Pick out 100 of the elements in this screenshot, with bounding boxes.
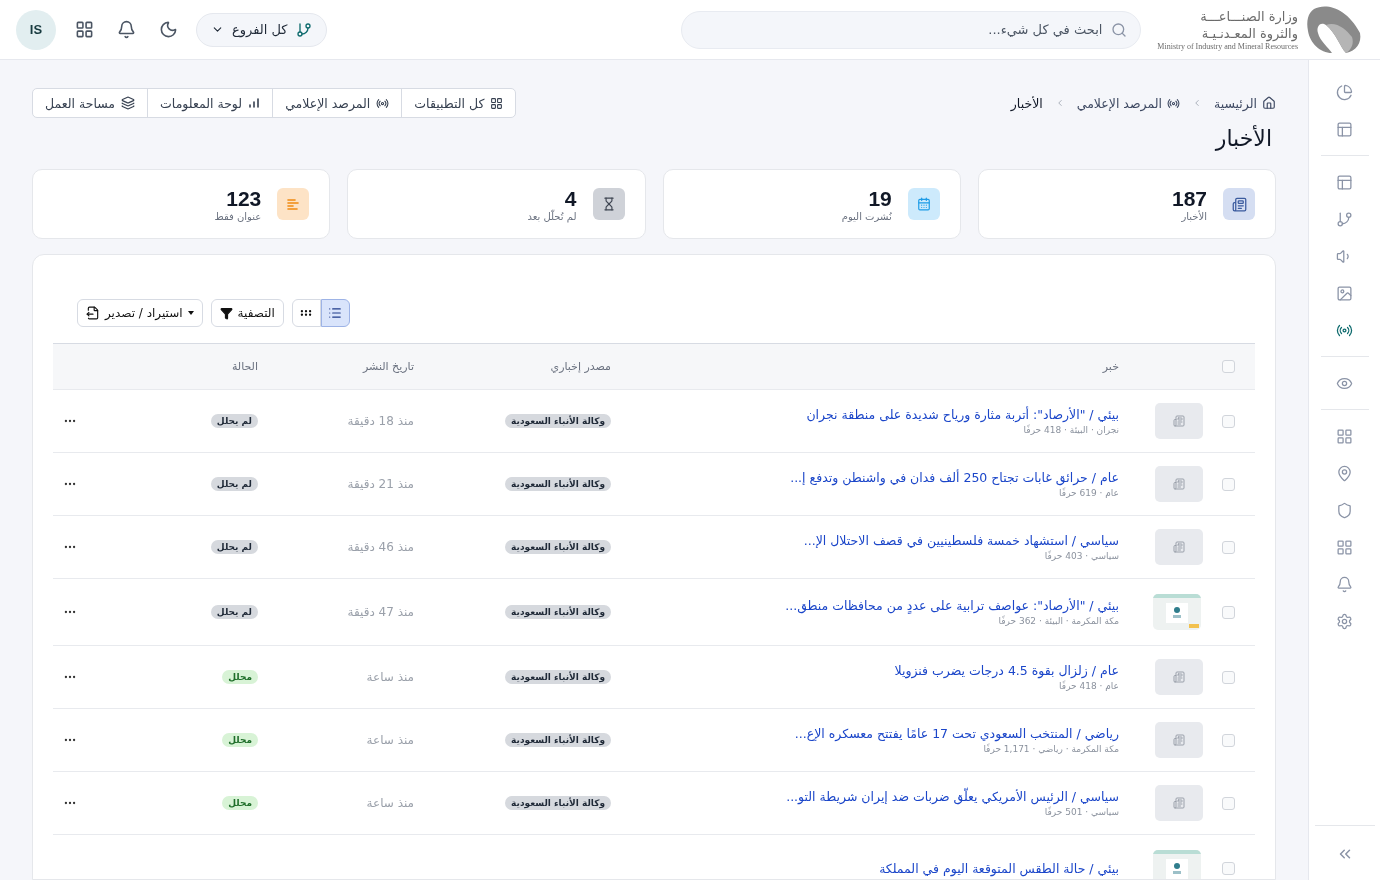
moon-icon [158,20,178,39]
select-all-checkbox[interactable] [1222,360,1235,373]
news-title-link[interactable]: عام / زلزال بقوة 4.5 درجات يضرب فنزويلا [894,663,1119,678]
row-checkbox[interactable] [1222,540,1235,554]
news-title-link[interactable]: بيئي / "الأرصاد": عواصف ترابية على عددٍ من محافظات منطق... [785,598,1119,613]
layout-icon [1336,173,1353,191]
grid-icon [490,96,504,110]
newspaper-icon [1173,415,1185,427]
bell-icon [1336,575,1353,593]
import-export-button[interactable]: استيراد / تصدير [77,299,203,327]
newspaper-icon [1173,797,1185,809]
newspaper-icon [1231,196,1247,212]
newspaper-icon [1173,478,1185,490]
news-meta: عام · 619 حرفًا [1058,488,1119,498]
row-checkbox[interactable] [1222,796,1235,810]
stat-label: الأخبار [1180,210,1207,222]
breadcrumb-link[interactable]: الرئيسية [1213,95,1276,111]
lines-icon [286,197,301,211]
bar-chart-icon [248,97,261,109]
row-checkbox[interactable] [1222,733,1235,747]
publish-date: منذ 47 دقيقة [347,605,414,619]
grid-icon [1336,427,1353,445]
news-meta: نجران · البيئة · 418 حرفًا [1022,425,1119,435]
publish-date: منذ ساعة [366,670,414,684]
stat-label: نُشرت اليوم [841,210,892,222]
news-title-link[interactable]: سياسي / استشهاد خمسة فلسطينيين في قصف الاحتلال الإ... [803,533,1119,548]
source-tag: وكالة الأنباء السعودية [505,733,611,747]
breadcrumb-link[interactable]: الأخبار [1010,95,1043,111]
user-avatar[interactable]: IS [16,9,56,50]
settings-icon [1336,612,1353,630]
image-icon [1336,284,1353,302]
layout-icon [1336,120,1353,138]
newspaper-icon [1173,734,1185,746]
page-title: الأخبار [1213,126,1272,151]
column-header: خبر [1102,360,1119,373]
source-tag: وكالة الأنباء السعودية [505,670,611,684]
ministry-name: وزارة الصنـــاعـــة [1200,8,1298,25]
newspaper-icon [1173,541,1185,553]
view-toggle[interactable] [291,299,321,327]
news-meta: مكة المكرمة · البيئة · 362 حرفًا [997,616,1119,626]
publish-date: منذ ساعة [366,796,414,810]
news-meta: سياسي · 403 حرفًا [1043,551,1119,561]
search-field[interactable]: ابحث في كل شيء... [681,10,1142,49]
column-header: مصدر إخباري [550,360,611,373]
quick-link[interactable]: مساحة العمل [33,89,149,117]
bell-icon [116,20,136,39]
ministry-subtitle: Ministry of Industry and Mineral Resources [1157,42,1298,51]
column-header: الحالة [231,360,258,373]
grid-icon [74,20,94,39]
quick-link[interactable]: كل التطبيقات [402,89,516,117]
pie-chart-icon [1336,83,1353,101]
hourglass-icon [601,197,616,211]
status-tag: محلل [222,796,258,810]
home-icon [1262,96,1276,110]
status-tag: لم يحلل [210,605,258,619]
broadcast-icon [376,96,390,110]
stat-label: عنوان فقط [214,210,262,222]
status-tag: محلل [222,670,258,684]
branch-icon [295,21,312,38]
status-tag: لم يحلل [210,477,258,491]
news-title-link[interactable]: بيئي / "الأرصاد": أتربة مثارة ورياح شديدة على منطقة نجران [806,407,1119,422]
news-meta: سياسي · 501 حرفًا [1043,807,1119,817]
view-toggle[interactable] [320,299,350,327]
stat-value: 123 [225,186,262,211]
news-title-link[interactable]: سياسي / الرئيس الأمريكي يعلّق ضربات ضد إيران شريطة التو... [786,789,1119,804]
grid-icon [1336,538,1353,556]
branch-icon [1336,210,1353,228]
row-checkbox[interactable] [1222,670,1235,684]
broadcast-icon [1166,96,1180,110]
quick-link[interactable]: لوحة المعلومات [148,89,274,117]
caret-icon [187,311,194,315]
publish-date: منذ 18 دقيقة [347,414,414,428]
publish-date: منذ 21 دقيقة [347,477,414,491]
stat-label: لم تُحلّل بعد [527,210,577,222]
filter-icon [219,306,233,320]
row-checkbox[interactable] [1222,414,1235,428]
news-title-link[interactable]: عام / حرائق غابات تجتاح 250 ألف فدان في واشنطن وتدفع إ... [790,470,1119,485]
status-tag: لم يحلل [210,540,258,554]
stat-value: 187 [1171,186,1207,210]
row-checkbox[interactable] [1222,477,1235,491]
news-meta: عام · 418 حرفًا [1058,681,1119,691]
publish-date: منذ ساعة [366,733,414,747]
news-meta: مكة المكرمة · رياضي · 1,171 حرفًا [982,744,1119,754]
row-checkbox[interactable] [1222,605,1235,619]
stat-value: 4 [564,186,577,211]
column-header: تاريخ النشر [363,360,414,373]
search-icon [1111,21,1128,38]
news-title-link[interactable]: رياضي / المنتخب السعودي تحت 17 عامًا يفتتح معسكره الإع... [794,726,1119,741]
newspaper-icon [1173,671,1185,683]
quick-link[interactable]: المرصد الإعلامي [273,89,403,117]
source-tag: وكالة الأنباء السعودية [505,540,611,554]
news-title-link[interactable]: بيئي / حالة الطقس المتوقعة اليوم في المملكة [879,860,1119,876]
publish-date: منذ 46 دقيقة [347,540,414,554]
source-tag: وكالة الأنباء السعودية [505,796,611,810]
calendar-icon [916,197,931,211]
filter-button[interactable]: التصفية [210,299,284,327]
breadcrumb-link[interactable]: المرصد الإعلامي [1076,95,1180,111]
row-checkbox[interactable] [1222,861,1235,875]
branch-selector[interactable]: كل الفروع [196,12,327,47]
map-pin-icon [1336,464,1353,482]
